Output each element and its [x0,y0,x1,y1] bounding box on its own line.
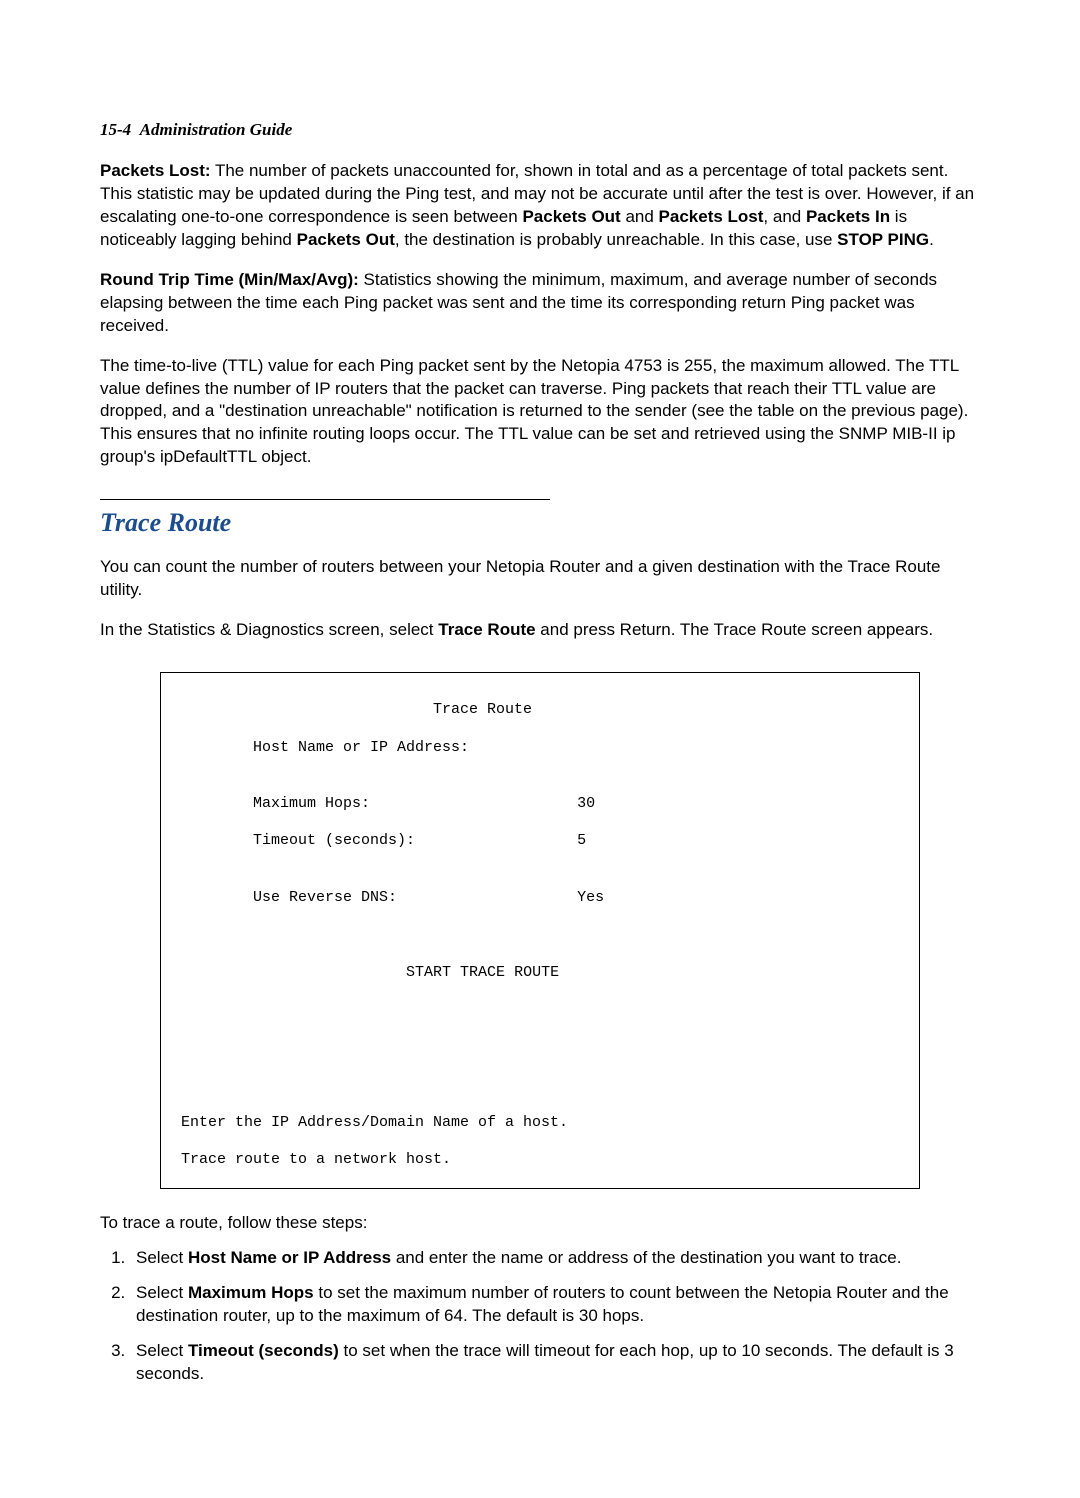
console-value-timeout: 5 [577,832,586,849]
paragraph-round-trip: Round Trip Time (Min/Max/Avg): Statistic… [100,269,980,338]
console-row-host: Host Name or IP Address: [181,739,899,758]
console-value-reversedns: Yes [577,889,604,906]
console-hint-2: Trace route to a network host. [181,1151,899,1170]
paragraph-ttl: The time-to-live (TTL) value for each Pi… [100,355,980,470]
console-action-start: START TRACE ROUTE [181,964,899,983]
step-3: Select Timeout (seconds) to set when the… [130,1340,980,1386]
console-title: Trace Route [181,701,899,720]
step-1: Select Host Name or IP Address and enter… [130,1247,980,1270]
console-row-timeout: Timeout (seconds): 5 [181,832,899,851]
console-trace-route: Trace Route Host Name or IP Address: Max… [160,672,920,1189]
paragraph-trace-intro-2: In the Statistics & Diagnostics screen, … [100,619,980,642]
console-hint-1: Enter the IP Address/Domain Name of a ho… [181,1114,899,1133]
console-row-reversedns: Use Reverse DNS: Yes [181,889,899,908]
term-packets-lost: Packets Lost: [100,161,211,180]
paragraph-packets-lost: Packets Lost: The number of packets unac… [100,160,980,252]
page-number: 15-4 [100,120,131,139]
console-value-maxhops: 30 [577,795,595,812]
steps-list: Select Host Name or IP Address and enter… [100,1247,980,1386]
page-content: 15-4 Administration Guide Packets Lost: … [0,0,1080,1498]
page-header: 15-4 Administration Guide [100,120,980,140]
term-round-trip: Round Trip Time (Min/Max/Avg): [100,270,359,289]
page-title: Administration Guide [140,120,293,139]
steps-intro: To trace a route, follow these steps: [100,1213,980,1233]
step-2: Select Maximum Hops to set the maximum n… [130,1282,980,1328]
section-divider [100,499,550,500]
paragraph-trace-intro-1: You can count the number of routers betw… [100,556,980,602]
console-row-maxhops: Maximum Hops: 30 [181,795,899,814]
heading-trace-route: Trace Route [100,508,980,538]
